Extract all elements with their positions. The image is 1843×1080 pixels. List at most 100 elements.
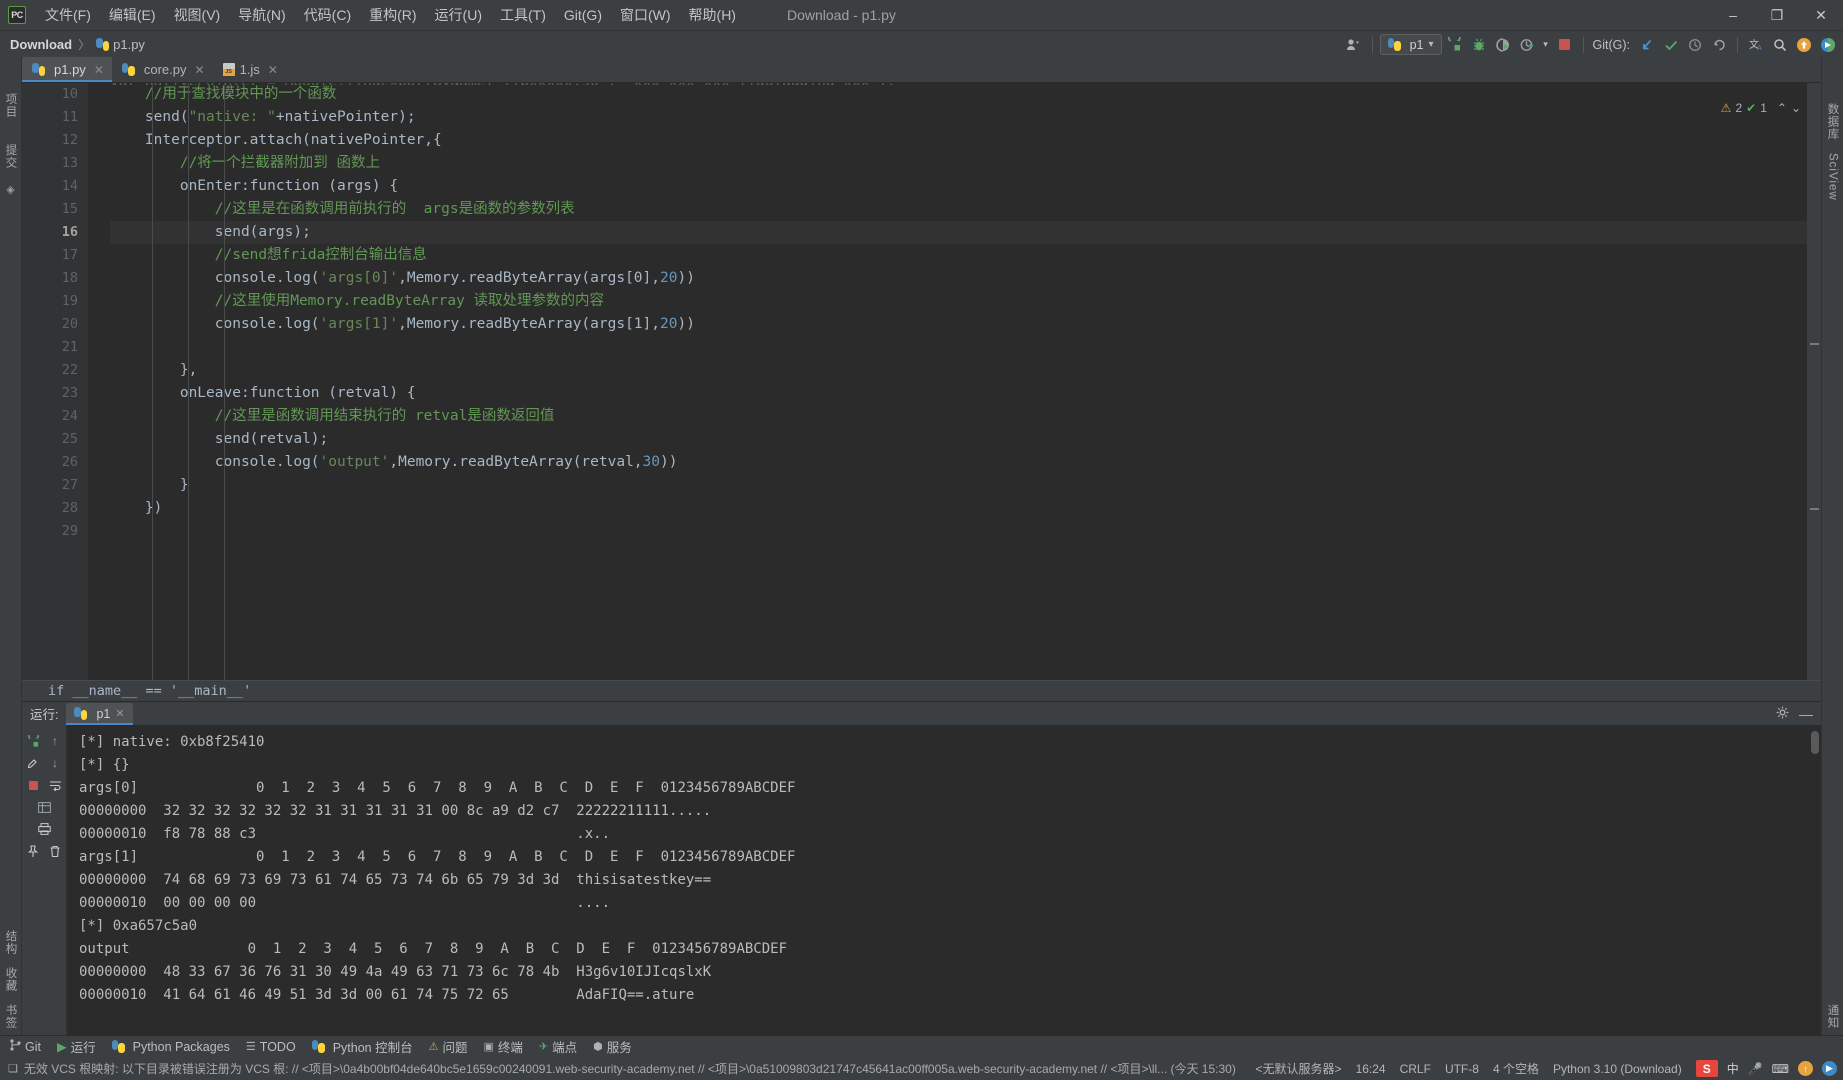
line-number[interactable]: 26 [22, 451, 78, 474]
debug-icon[interactable] [1468, 34, 1490, 56]
translate-icon[interactable]: 文A [1745, 34, 1767, 56]
code-line[interactable]: console.log('args[0]',Memory.readByteArr… [110, 267, 1821, 290]
default-server[interactable]: <无默认服务器> [1256, 1060, 1342, 1077]
menu-git[interactable]: Git(G) [555, 3, 611, 27]
inspection-widget[interactable]: ⚠ 2 ✔ 1 ⌃ ⌄ [1721, 97, 1801, 120]
run-configuration-selector[interactable]: p1 ▾ [1379, 34, 1442, 55]
line-number[interactable]: 20 [22, 313, 78, 336]
status-item-git[interactable]: Git [10, 1039, 41, 1054]
code-line[interactable]: }) [110, 497, 1821, 520]
code-line[interactable]: } [110, 474, 1821, 497]
console-scrollbar[interactable] [1811, 731, 1819, 754]
line-number[interactable]: 27 [22, 474, 78, 497]
close-icon[interactable]: ✕ [195, 63, 205, 77]
code-line[interactable]: send("native: "+nativePointer); [110, 106, 1821, 129]
plugin-icon[interactable]: ▶ [1822, 1061, 1837, 1076]
run-icon[interactable] [1444, 34, 1466, 56]
run-tab-p1[interactable]: p1 ✕ [66, 702, 133, 725]
code-line[interactable]: Interceptor.attach(nativePointer,{ [110, 129, 1821, 152]
line-number[interactable]: 14 [22, 175, 78, 198]
tab-core-py[interactable]: core.py ✕ [111, 57, 213, 82]
code-line[interactable]: onLeave:function (retval) { [110, 382, 1821, 405]
python-interpreter[interactable]: Python 3.10 (Download) [1553, 1062, 1682, 1076]
code-line[interactable]: onEnter:function (args) { [110, 175, 1821, 198]
sidebar-item-commit[interactable]: 提交 [1, 138, 21, 175]
line-number[interactable]: 21 [22, 336, 78, 359]
code-line[interactable]: //send想frida控制台输出信息 [110, 244, 1821, 267]
stop-icon[interactable] [23, 774, 43, 796]
menu-view[interactable]: 视图(V) [165, 1, 230, 29]
editor-scrollbar[interactable] [1807, 83, 1821, 680]
code-line[interactable]: send(retval); [110, 428, 1821, 451]
line-number[interactable]: 19 [22, 290, 78, 313]
caret-position[interactable]: 16:24 [1356, 1062, 1386, 1076]
plugin-icon[interactable] [1817, 34, 1839, 56]
file-encoding[interactable]: UTF-8 [1445, 1062, 1479, 1076]
menu-edit[interactable]: 编辑(E) [100, 1, 165, 29]
line-number[interactable]: 15 [22, 198, 78, 221]
stop-icon[interactable] [1554, 34, 1576, 56]
minimize-icon[interactable]: — [1799, 707, 1813, 721]
structure-icon[interactable]: ◈ [6, 183, 14, 196]
table-icon[interactable] [34, 796, 54, 818]
git-history-icon[interactable] [1684, 34, 1706, 56]
code-line[interactable]: //用于查找模块中的一个函数 [110, 83, 1821, 106]
status-message[interactable]: 无效 VCS 根映射: 以下目录被错误注册为 VCS 根: // <项目>\0a… [24, 1060, 1236, 1077]
close-icon[interactable]: ✕ [115, 707, 124, 720]
updates-icon[interactable]: ↑ [1798, 1061, 1813, 1076]
rerun-icon[interactable] [23, 730, 43, 752]
code-line[interactable]: //这里使用Memory.readByteArray 读取处理参数的内容 [110, 290, 1821, 313]
code-line[interactable] [110, 520, 1821, 543]
ime-icon[interactable]: 中 [1727, 1060, 1739, 1077]
sidebar-item-bookmarks[interactable]: 书签 [1, 998, 21, 1035]
profiler-icon[interactable] [1516, 34, 1538, 56]
gear-icon[interactable] [1776, 706, 1789, 722]
scroll-up-icon[interactable]: ↑ [45, 730, 65, 752]
keyboard-icon[interactable]: ⌨ [1772, 1062, 1789, 1076]
line-number[interactable]: 24 [22, 405, 78, 428]
notification-icon[interactable] [1793, 34, 1815, 56]
mic-icon[interactable]: 🎤 [1748, 1062, 1763, 1076]
code-line[interactable]: //这里是函数调用结束执行的 retval是函数返回值 [110, 405, 1821, 428]
status-item-python-packages[interactable]: Python Packages [111, 1040, 230, 1054]
menu-navigate[interactable]: 导航(N) [229, 1, 294, 29]
search-icon[interactable] [1769, 34, 1791, 56]
editor-viewport[interactable]: var nativePointer = Module.findExportByN… [22, 83, 1821, 680]
menu-code[interactable]: 代码(C) [295, 1, 360, 29]
previous-issue-icon[interactable]: ⌃ [1777, 97, 1787, 120]
print-icon[interactable] [34, 818, 54, 840]
line-number-gutter[interactable]: 10 11 12 13 14 15 16 17 18 19 20 21 22 23 24 25 26 27 28 29 [22, 83, 88, 680]
code-line[interactable]: send(args); [110, 221, 1821, 244]
indent-setting[interactable]: 4 个空格 [1493, 1060, 1539, 1077]
people-icon[interactable] [1343, 34, 1365, 56]
code-line[interactable]: console.log('args[1]',Memory.readByteArr… [110, 313, 1821, 336]
git-rollback-icon[interactable] [1708, 34, 1730, 56]
status-item-python-console[interactable]: Python 控制台 [311, 1037, 413, 1056]
profiler-dropdown-icon[interactable]: ▾ [1540, 34, 1552, 56]
coverage-icon[interactable] [1492, 34, 1514, 56]
status-item-terminal[interactable]: ▣ 终端 [483, 1037, 522, 1056]
line-number[interactable]: 10 [22, 83, 78, 106]
line-number[interactable]: 13 [22, 152, 78, 175]
sidebar-item-favorites[interactable]: 收藏 [1, 961, 21, 998]
scroll-down-icon[interactable]: ↓ [45, 752, 65, 774]
ms-icon[interactable]: S [1695, 1060, 1718, 1077]
thumbtack-icon[interactable] [23, 840, 43, 862]
line-number[interactable]: 18 [22, 267, 78, 290]
code-line[interactable]: //这里是在函数调用前执行的 args是函数的参数列表 [110, 198, 1821, 221]
breadcrumb-project[interactable]: Download [10, 37, 72, 52]
tab-1-js[interactable]: 1.js ✕ [212, 57, 286, 82]
git-update-icon[interactable] [1636, 34, 1658, 56]
menu-run[interactable]: 运行(U) [426, 1, 491, 29]
minimize-icon[interactable]: – [1711, 0, 1755, 30]
line-number[interactable]: 17 [22, 244, 78, 267]
code-line[interactable]: //将一个拦截器附加到 函数上 [110, 152, 1821, 175]
code-lines[interactable]: //用于查找模块中的一个函数 send("native: "+nativePoi… [88, 83, 1821, 680]
git-commit-icon[interactable] [1660, 34, 1682, 56]
status-item-todo[interactable]: ☰ TODO [246, 1040, 296, 1054]
sidebar-item-notifications[interactable]: 通知 [1823, 998, 1843, 1035]
sidebar-item-project[interactable]: 项目 [1, 87, 21, 124]
line-number[interactable]: 12 [22, 129, 78, 152]
code-line[interactable] [110, 336, 1821, 359]
tab-p1-py[interactable]: p1.py ✕ [22, 57, 112, 82]
